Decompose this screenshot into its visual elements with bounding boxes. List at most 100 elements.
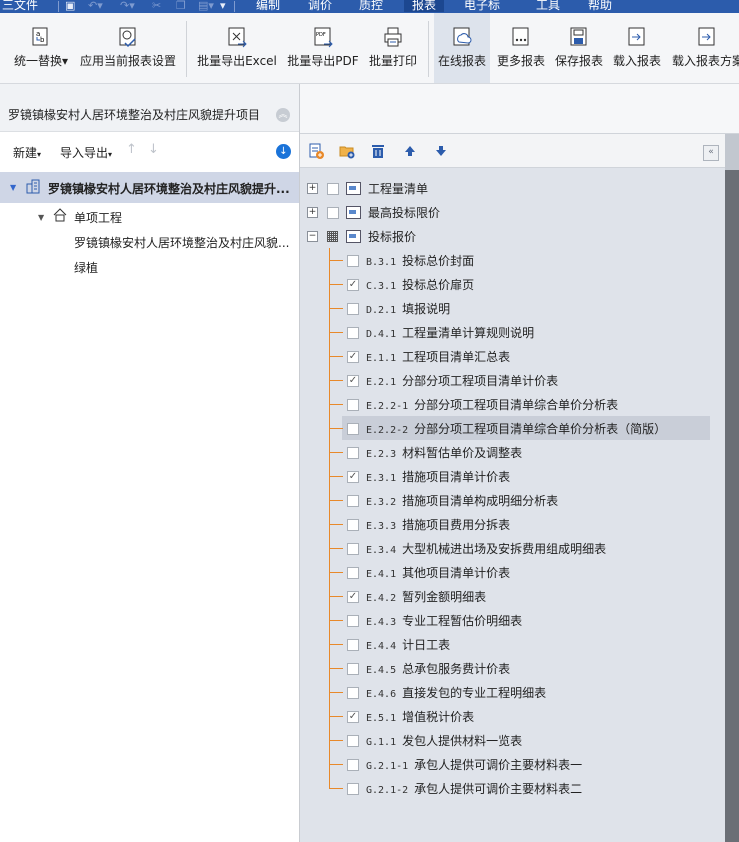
report-item[interactable]: B.3.1 投标总价封面 bbox=[366, 252, 474, 269]
report-checkbox[interactable] bbox=[347, 519, 359, 531]
move-up-arrow-icon[interactable] bbox=[402, 143, 418, 159]
online-report-button[interactable]: 在线报表 bbox=[434, 13, 490, 83]
report-group-label[interactable]: 工程量清单 bbox=[368, 180, 428, 197]
report-checkbox[interactable] bbox=[347, 543, 359, 555]
report-checkbox[interactable] bbox=[347, 255, 359, 267]
tree-root-project[interactable]: 罗镜镇椽安村人居环境整治及村庄风貌提升... bbox=[48, 180, 290, 197]
redo-icon[interactable]: ↷▾ bbox=[120, 0, 135, 12]
menu-item-edit[interactable]: 编制 bbox=[256, 0, 280, 12]
collapse-left-icon[interactable]: « bbox=[703, 145, 719, 161]
menu-item-report[interactable]: 报表 bbox=[404, 0, 445, 12]
report-item[interactable]: E.4.2 暂列金额明细表 bbox=[366, 588, 486, 605]
report-checkbox[interactable] bbox=[347, 327, 359, 339]
copy-icon[interactable]: ❐ bbox=[176, 0, 186, 12]
paste-icon[interactable]: ▤▾ bbox=[198, 0, 214, 12]
save-icon[interactable]: ▣ bbox=[65, 0, 75, 12]
report-item[interactable]: E.3.2 措施项目清单构成明细分析表 bbox=[366, 492, 558, 509]
report-item[interactable]: E.1.1 工程项目清单汇总表 bbox=[366, 348, 510, 365]
collapse-node-icon[interactable]: − bbox=[307, 231, 318, 242]
report-checkbox[interactable] bbox=[347, 687, 359, 699]
load-report-button[interactable]: 载入报表 bbox=[610, 13, 664, 83]
report-group-row[interactable] bbox=[300, 204, 724, 228]
group-checkbox[interactable] bbox=[327, 183, 339, 195]
report-item[interactable]: D.4.1 工程量清单计算规则说明 bbox=[366, 324, 534, 341]
more-reports-button[interactable]: 更多报表 bbox=[494, 13, 548, 83]
menu-item-price-adjust[interactable]: 调价 bbox=[308, 0, 332, 12]
move-down-arrow-icon[interactable] bbox=[433, 143, 449, 159]
report-item[interactable]: E.3.3 措施项目费用分拆表 bbox=[366, 516, 510, 533]
report-item[interactable]: C.3.1 投标总价扉页 bbox=[366, 276, 474, 293]
expand-triangle-icon[interactable]: ▼ bbox=[38, 213, 44, 222]
report-item[interactable]: G.2.1-1 承包人提供可调价主要材料表一 bbox=[366, 756, 582, 773]
add-folder-icon[interactable] bbox=[339, 143, 355, 159]
report-item[interactable]: E.4.6 直接发包的专业工程明细表 bbox=[366, 684, 546, 701]
menu-item-quality[interactable]: 质控 bbox=[359, 0, 383, 12]
report-checkbox[interactable] bbox=[347, 495, 359, 507]
tree-unit-project[interactable]: 单项工程 bbox=[74, 209, 122, 226]
expand-node-icon[interactable]: + bbox=[307, 207, 318, 218]
menu-item-e-bid[interactable]: 电子标 bbox=[464, 0, 500, 12]
report-item[interactable]: E.2.2-2 分部分项工程项目清单综合单价分析表（简版） bbox=[366, 420, 666, 437]
import-export-button[interactable]: 导入导出▾ bbox=[60, 144, 112, 161]
report-item[interactable]: E.4.1 其他项目清单计价表 bbox=[366, 564, 510, 581]
batch-print-button[interactable]: 批量打印 bbox=[366, 13, 420, 83]
save-report-button[interactable]: 保存报表 bbox=[552, 13, 606, 83]
report-item[interactable]: E.4.5 总承包服务费计价表 bbox=[366, 660, 510, 677]
collapse-up-icon[interactable]: ︽ bbox=[276, 108, 290, 122]
report-checkbox[interactable]: ✓ bbox=[347, 279, 359, 291]
report-checkbox[interactable]: ✓ bbox=[347, 591, 359, 603]
move-up-icon[interactable]: ↑ bbox=[126, 142, 137, 157]
load-report-scheme-button[interactable]: 载入报表方案 bbox=[668, 13, 739, 83]
report-item[interactable]: E.5.1 增值税计价表 bbox=[366, 708, 474, 725]
group-checkbox[interactable] bbox=[327, 207, 339, 219]
report-checkbox[interactable] bbox=[347, 615, 359, 627]
report-group-label[interactable]: 最高投标限价 bbox=[368, 204, 440, 221]
report-checkbox[interactable] bbox=[347, 663, 359, 675]
report-checkbox[interactable] bbox=[347, 399, 359, 411]
file-menu[interactable]: 三文件 bbox=[2, 0, 38, 12]
report-checkbox[interactable] bbox=[347, 759, 359, 771]
apply-report-settings-button[interactable]: 应用当前报表设置 bbox=[78, 13, 178, 83]
add-report-icon[interactable] bbox=[308, 143, 324, 159]
delete-icon[interactable] bbox=[370, 143, 386, 159]
report-checkbox[interactable] bbox=[347, 735, 359, 747]
report-item[interactable]: G.2.1-2 承包人提供可调价主要材料表二 bbox=[366, 780, 582, 797]
menu-item-tools[interactable]: 工具 bbox=[536, 0, 560, 12]
undo-icon[interactable]: ↶▾ bbox=[88, 0, 103, 12]
report-checkbox[interactable] bbox=[347, 447, 359, 459]
download-icon[interactable]: ↓ bbox=[276, 144, 291, 159]
customize-icon[interactable]: ▾ bbox=[220, 0, 226, 12]
report-checkbox[interactable]: ✓ bbox=[347, 711, 359, 723]
report-checkbox[interactable]: ✓ bbox=[347, 351, 359, 363]
report-checkbox[interactable] bbox=[347, 639, 359, 651]
report-checkbox[interactable]: ✓ bbox=[347, 471, 359, 483]
unify-replace-button[interactable]: a b 统一替换▾ bbox=[8, 13, 74, 83]
report-item[interactable]: E.4.3 专业工程暂估价明细表 bbox=[366, 612, 522, 629]
report-checkbox[interactable] bbox=[347, 567, 359, 579]
menu-item-help[interactable]: 帮助 bbox=[588, 0, 612, 12]
batch-export-pdf-button[interactable]: PDF 批量导出PDF bbox=[286, 13, 360, 83]
report-checkbox[interactable] bbox=[347, 423, 359, 435]
report-item[interactable]: E.3.1 措施项目清单计价表 bbox=[366, 468, 510, 485]
new-button[interactable]: 新建▾ bbox=[13, 144, 41, 161]
report-item[interactable]: E.2.1 分部分项工程项目清单计价表 bbox=[366, 372, 558, 389]
cut-icon[interactable]: ✂ bbox=[152, 0, 161, 12]
expand-node-icon[interactable]: + bbox=[307, 183, 318, 194]
report-item[interactable]: E.4.4 计日工表 bbox=[366, 636, 450, 653]
tree-item-greenery[interactable]: 绿植 bbox=[74, 259, 98, 276]
tree-item-sub-project[interactable]: 罗镜镇椽安村人居环境整治及村庄风貌... bbox=[74, 234, 289, 251]
report-checkbox[interactable] bbox=[347, 303, 359, 315]
report-checkbox[interactable] bbox=[347, 783, 359, 795]
report-item[interactable]: E.3.4 大型机械进出场及安拆费用组成明细表 bbox=[366, 540, 606, 557]
report-group-label[interactable]: 投标报价 bbox=[368, 228, 416, 245]
batch-export-excel-button[interactable]: 批量导出Excel bbox=[196, 13, 278, 83]
report-item[interactable]: E.2.2-1 分部分项工程项目清单综合单价分析表 bbox=[366, 396, 618, 413]
report-item[interactable]: D.2.1 填报说明 bbox=[366, 300, 450, 317]
report-checkbox[interactable]: ✓ bbox=[347, 375, 359, 387]
report-group-row[interactable] bbox=[300, 228, 724, 252]
partial-check-icon[interactable] bbox=[327, 231, 338, 242]
report-group-row[interactable] bbox=[300, 180, 724, 204]
report-item[interactable]: G.1.1 发包人提供材料一览表 bbox=[366, 732, 522, 749]
expand-triangle-icon[interactable]: ▼ bbox=[10, 183, 16, 192]
report-item[interactable]: E.2.3 材料暂估单价及调整表 bbox=[366, 444, 522, 461]
